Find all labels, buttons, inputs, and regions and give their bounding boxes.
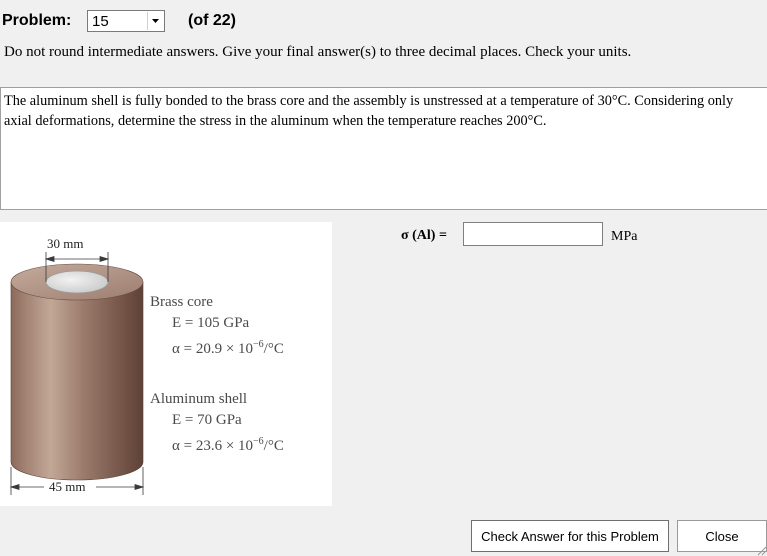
aluminum-alpha-base: α = 23.6 × 10 xyxy=(172,438,254,454)
aluminum-shell-cylinder xyxy=(10,263,144,481)
problem-count: (of 22) xyxy=(188,12,236,29)
problem-statement: The aluminum shell is fully bonded to th… xyxy=(0,87,767,210)
problem-label: Problem: xyxy=(2,12,72,29)
brass-modulus: E = 105 GPa xyxy=(172,315,250,331)
aluminum-expansion-coefficient: α = 23.6 × 10−6/°C xyxy=(150,431,284,457)
answer-input[interactable] xyxy=(463,222,603,246)
brass-title: Brass core xyxy=(150,294,213,310)
statement-line-1: The aluminum shell is fully bonded to th… xyxy=(4,93,734,109)
problem-figure: 30 mm 45 mm Brass core E = 105 GPa α = 2… xyxy=(0,222,332,506)
brass-core-face xyxy=(45,270,109,294)
answer-unit: MPa xyxy=(611,229,638,244)
problem-select-value: 15 xyxy=(92,13,109,30)
answer-label: σ (Al) = xyxy=(401,228,447,243)
brass-alpha-base: α = 20.9 × 10 xyxy=(172,341,254,357)
resize-grip-icon[interactable] xyxy=(755,544,767,556)
chevron-down-icon[interactable] xyxy=(147,12,163,30)
brass-alpha-unit: /°C xyxy=(263,341,284,357)
core-diameter-label: 30 mm xyxy=(47,236,84,251)
aluminum-alpha-exponent: −6 xyxy=(253,436,264,447)
brass-alpha-exponent: −6 xyxy=(253,339,264,350)
brass-expansion-coefficient: α = 20.9 × 10−6/°C xyxy=(150,334,284,360)
aluminum-modulus: E = 70 GPa xyxy=(172,412,242,428)
brass-properties: Brass core E = 105 GPa α = 20.9 × 10−6/°… xyxy=(150,292,284,360)
aluminum-title: Aluminum shell xyxy=(150,391,248,407)
aluminum-properties: Aluminum shell E = 70 GPa α = 23.6 × 10−… xyxy=(150,389,284,457)
aluminum-alpha-unit: /°C xyxy=(263,438,284,454)
instructions: Do not round intermediate answers. Give … xyxy=(4,44,632,60)
shell-diameter-label: 45 mm xyxy=(49,479,86,494)
check-answer-button[interactable]: Check Answer for this Problem xyxy=(471,520,669,552)
problem-select[interactable]: 15 xyxy=(87,10,165,32)
statement-line-2: axial deformations, determine the stress… xyxy=(4,113,547,129)
close-button[interactable]: Close xyxy=(677,520,767,552)
